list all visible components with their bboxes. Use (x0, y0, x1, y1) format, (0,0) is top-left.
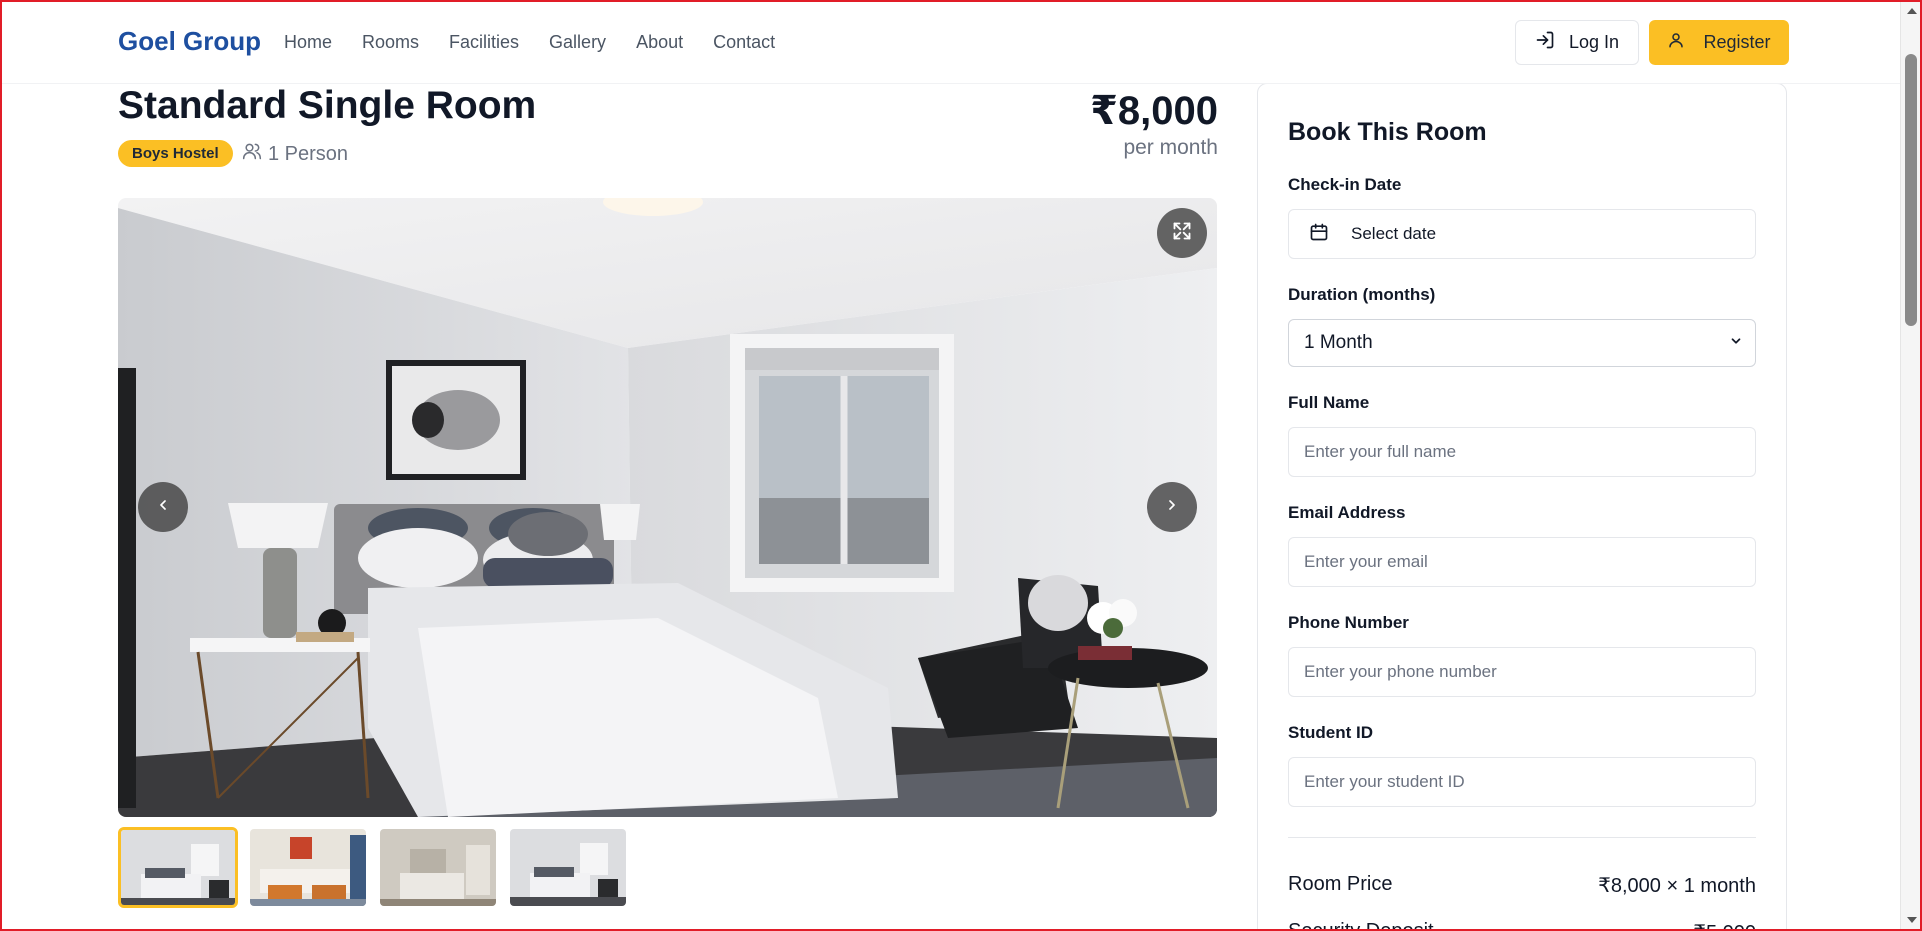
expand-button[interactable] (1157, 208, 1207, 258)
room-price-value: ₹8,000 × 1 month (1598, 875, 1756, 897)
thumbnail-4[interactable] (508, 827, 628, 908)
login-icon (1535, 30, 1555, 55)
price-period: per month (1123, 136, 1218, 159)
expand-icon (1172, 221, 1192, 246)
booking-panel: Book This Room Check-in Date Select date… (1257, 83, 1787, 931)
occupancy-info: 1 Person (242, 141, 348, 167)
calendar-icon (1309, 222, 1329, 247)
register-label: Register (1703, 32, 1771, 52)
thumbnail-3[interactable] (378, 827, 498, 908)
room-price: ₹8,000 (1090, 89, 1218, 133)
login-button[interactable]: Log In (1515, 20, 1639, 65)
next-image-button[interactable] (1147, 482, 1197, 532)
fullname-input[interactable]: Enter your full name (1288, 427, 1756, 477)
nav-facilities[interactable]: Facilities (449, 32, 519, 53)
nav-rooms[interactable]: Rooms (362, 32, 419, 53)
users-icon (242, 141, 262, 167)
hostel-badge: Boys Hostel (118, 140, 233, 167)
room-gallery (118, 198, 1217, 817)
nav-about[interactable]: About (636, 32, 683, 53)
email-label: Email Address (1288, 503, 1406, 522)
scroll-up-arrow[interactable] (1907, 8, 1917, 14)
phone-input[interactable]: Enter your phone number (1288, 647, 1756, 697)
main-nav: Home Rooms Facilities Gallery About Cont… (284, 32, 775, 53)
scroll-thumb[interactable] (1905, 54, 1917, 326)
register-button[interactable]: Register (1649, 20, 1789, 65)
site-logo[interactable]: Goel Group (118, 26, 261, 57)
site-header: Goel Group Home Rooms Facilities Gallery… (0, 0, 1900, 84)
page-scrollbar[interactable] (1900, 0, 1922, 931)
previous-image-button[interactable] (138, 482, 188, 532)
room-title: Standard Single Room (118, 84, 537, 127)
occupancy-label: 1 Person (268, 142, 349, 165)
deposit-value: ₹5,000 (1693, 920, 1756, 931)
studentid-label: Student ID (1288, 723, 1373, 742)
checkin-label: Check-in Date (1288, 175, 1402, 194)
login-label: Log In (1568, 32, 1620, 52)
thumbnail-1[interactable] (118, 827, 238, 908)
checkin-date-picker[interactable]: Select date (1288, 209, 1756, 259)
fullname-label: Full Name (1288, 393, 1370, 412)
deposit-label: Security Deposit (1288, 920, 1434, 931)
nav-contact[interactable]: Contact (713, 32, 775, 53)
nav-home[interactable]: Home (284, 32, 332, 53)
thumbnail-2[interactable] (248, 827, 368, 908)
duration-label: Duration (months) (1288, 285, 1436, 304)
summary-divider (1288, 837, 1756, 838)
chevron-left-icon (155, 497, 171, 518)
booking-title: Book This Room (1288, 118, 1487, 146)
user-icon (1667, 31, 1685, 54)
duration-value: 1 Month (1304, 332, 1373, 353)
phone-label: Phone Number (1288, 613, 1409, 632)
nav-gallery[interactable]: Gallery (549, 32, 606, 53)
scroll-down-arrow[interactable] (1907, 917, 1917, 923)
room-price-label: Room Price (1288, 873, 1393, 895)
chevron-down-icon (1729, 332, 1743, 354)
duration-select[interactable]: 1 Month (1288, 319, 1756, 367)
checkin-placeholder: Select date (1351, 224, 1437, 243)
email-input[interactable]: Enter your email (1288, 537, 1756, 587)
chevron-right-icon (1164, 497, 1180, 518)
room-photo (118, 198, 1217, 817)
gallery-thumbnails (118, 827, 628, 908)
studentid-input[interactable]: Enter your student ID (1288, 757, 1756, 807)
